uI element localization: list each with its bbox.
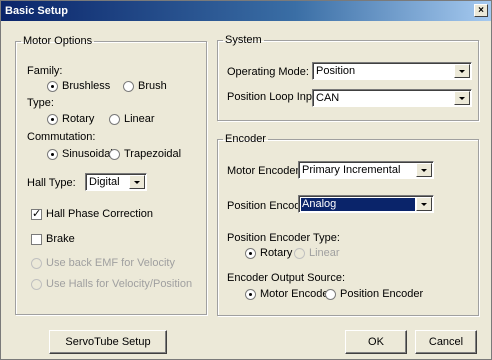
type-rotary-label: Rotary [62, 113, 95, 125]
radio-indicator [294, 247, 305, 259]
position-encoder-value: Analog [301, 198, 415, 211]
operating-mode-select[interactable]: Position [312, 62, 472, 80]
chevron-down-icon[interactable] [454, 64, 470, 78]
type-label: Type: [27, 97, 54, 109]
motor-encoder-select[interactable]: Primary Incremental [298, 161, 434, 179]
position-encoder-select[interactable]: Analog [298, 195, 434, 213]
use-back-emf-radio: Use back EMF for Velocity [31, 257, 175, 269]
pos-enc-type-linear-label: Linear [309, 247, 340, 259]
ok-button[interactable]: OK [345, 330, 407, 354]
motor-options-legend: Motor Options [23, 35, 93, 47]
radio-indicator [31, 278, 42, 290]
commutation-trapezoidal-radio[interactable]: Trapezoidal [109, 148, 181, 160]
use-back-emf-label: Use back EMF for Velocity [46, 257, 175, 269]
pos-enc-type-rotary-label: Rotary [260, 247, 293, 259]
radio-indicator [245, 288, 256, 300]
brake-checkbox[interactable]: Brake [31, 233, 75, 245]
output-position-encoder-label: Position Encoder [340, 288, 424, 300]
encoder-output-source-label: Encoder Output Source: [227, 272, 346, 284]
family-brushless-radio[interactable]: Brushless [47, 80, 110, 92]
encoder-legend: Encoder [225, 133, 266, 145]
family-brush-label: Brush [138, 80, 167, 92]
type-rotary-radio[interactable]: Rotary [47, 113, 94, 125]
commutation-sinusoidal-radio[interactable]: Sinusoidal [47, 148, 113, 160]
motor-encoder-value: Primary Incremental [302, 164, 401, 176]
radio-indicator [47, 113, 58, 125]
commutation-trapezoidal-label: Trapezoidal [124, 148, 182, 160]
use-halls-label: Use Halls for Velocity/Position [46, 278, 193, 290]
radio-indicator [31, 257, 42, 269]
chevron-down-icon[interactable] [416, 197, 432, 211]
type-linear-radio[interactable]: Linear [109, 113, 155, 125]
servotube-setup-button[interactable]: ServoTube Setup [49, 330, 167, 354]
pos-enc-type-linear-radio: Linear [294, 247, 340, 259]
chevron-down-icon[interactable] [129, 175, 145, 189]
cancel-button[interactable]: Cancel [415, 330, 477, 354]
checkbox-indicator [31, 233, 42, 245]
commutation-sinusoidal-label: Sinusoidal [62, 148, 113, 160]
output-motor-encoder-label: Motor Encoder [260, 288, 333, 300]
output-motor-encoder-radio[interactable]: Motor Encoder [245, 288, 332, 300]
hall-phase-correction-checkbox[interactable]: Hall Phase Correction [31, 207, 153, 221]
family-brush-radio[interactable]: Brush [123, 80, 167, 92]
family-label: Family: [27, 65, 63, 77]
type-linear-label: Linear [124, 113, 155, 125]
position-encoder-type-label: Position Encoder Type: [227, 232, 340, 244]
title-bar: Basic Setup × [1, 1, 491, 21]
radio-indicator [109, 148, 120, 160]
radio-indicator [47, 148, 58, 160]
radio-indicator [245, 247, 256, 259]
pos-enc-type-rotary-radio[interactable]: Rotary [245, 247, 292, 259]
basic-setup-dialog: Basic Setup × Motor Options Family: Brus… [0, 0, 492, 360]
position-loop-input-label: Position Loop Input: [227, 91, 325, 103]
system-legend: System [225, 34, 262, 46]
radio-indicator [47, 80, 58, 92]
close-button[interactable]: × [474, 4, 488, 17]
hall-type-value: Digital [89, 176, 120, 188]
chevron-down-icon[interactable] [454, 91, 470, 105]
checkbox-indicator [31, 207, 42, 221]
family-brushless-label: Brushless [62, 80, 111, 92]
chevron-down-icon[interactable] [416, 163, 432, 177]
operating-mode-label: Operating Mode: [227, 66, 309, 78]
position-loop-input-select[interactable]: CAN [312, 89, 472, 107]
radio-indicator [109, 113, 120, 125]
commutation-label: Commutation: [27, 131, 96, 143]
radio-indicator [123, 80, 134, 92]
hall-phase-correction-label: Hall Phase Correction [46, 208, 153, 220]
position-loop-input-value: CAN [316, 92, 340, 104]
window-title: Basic Setup [5, 5, 68, 17]
brake-label: Brake [46, 233, 75, 245]
motor-encoder-label: Motor Encoder: [227, 165, 303, 177]
hall-type-label: Hall Type: [27, 177, 76, 189]
output-position-encoder-radio[interactable]: Position Encoder [325, 288, 423, 300]
hall-type-select[interactable]: Digital [85, 173, 147, 191]
radio-indicator [325, 288, 336, 300]
operating-mode-value: Position [316, 65, 356, 77]
use-halls-radio: Use Halls for Velocity/Position [31, 278, 192, 290]
